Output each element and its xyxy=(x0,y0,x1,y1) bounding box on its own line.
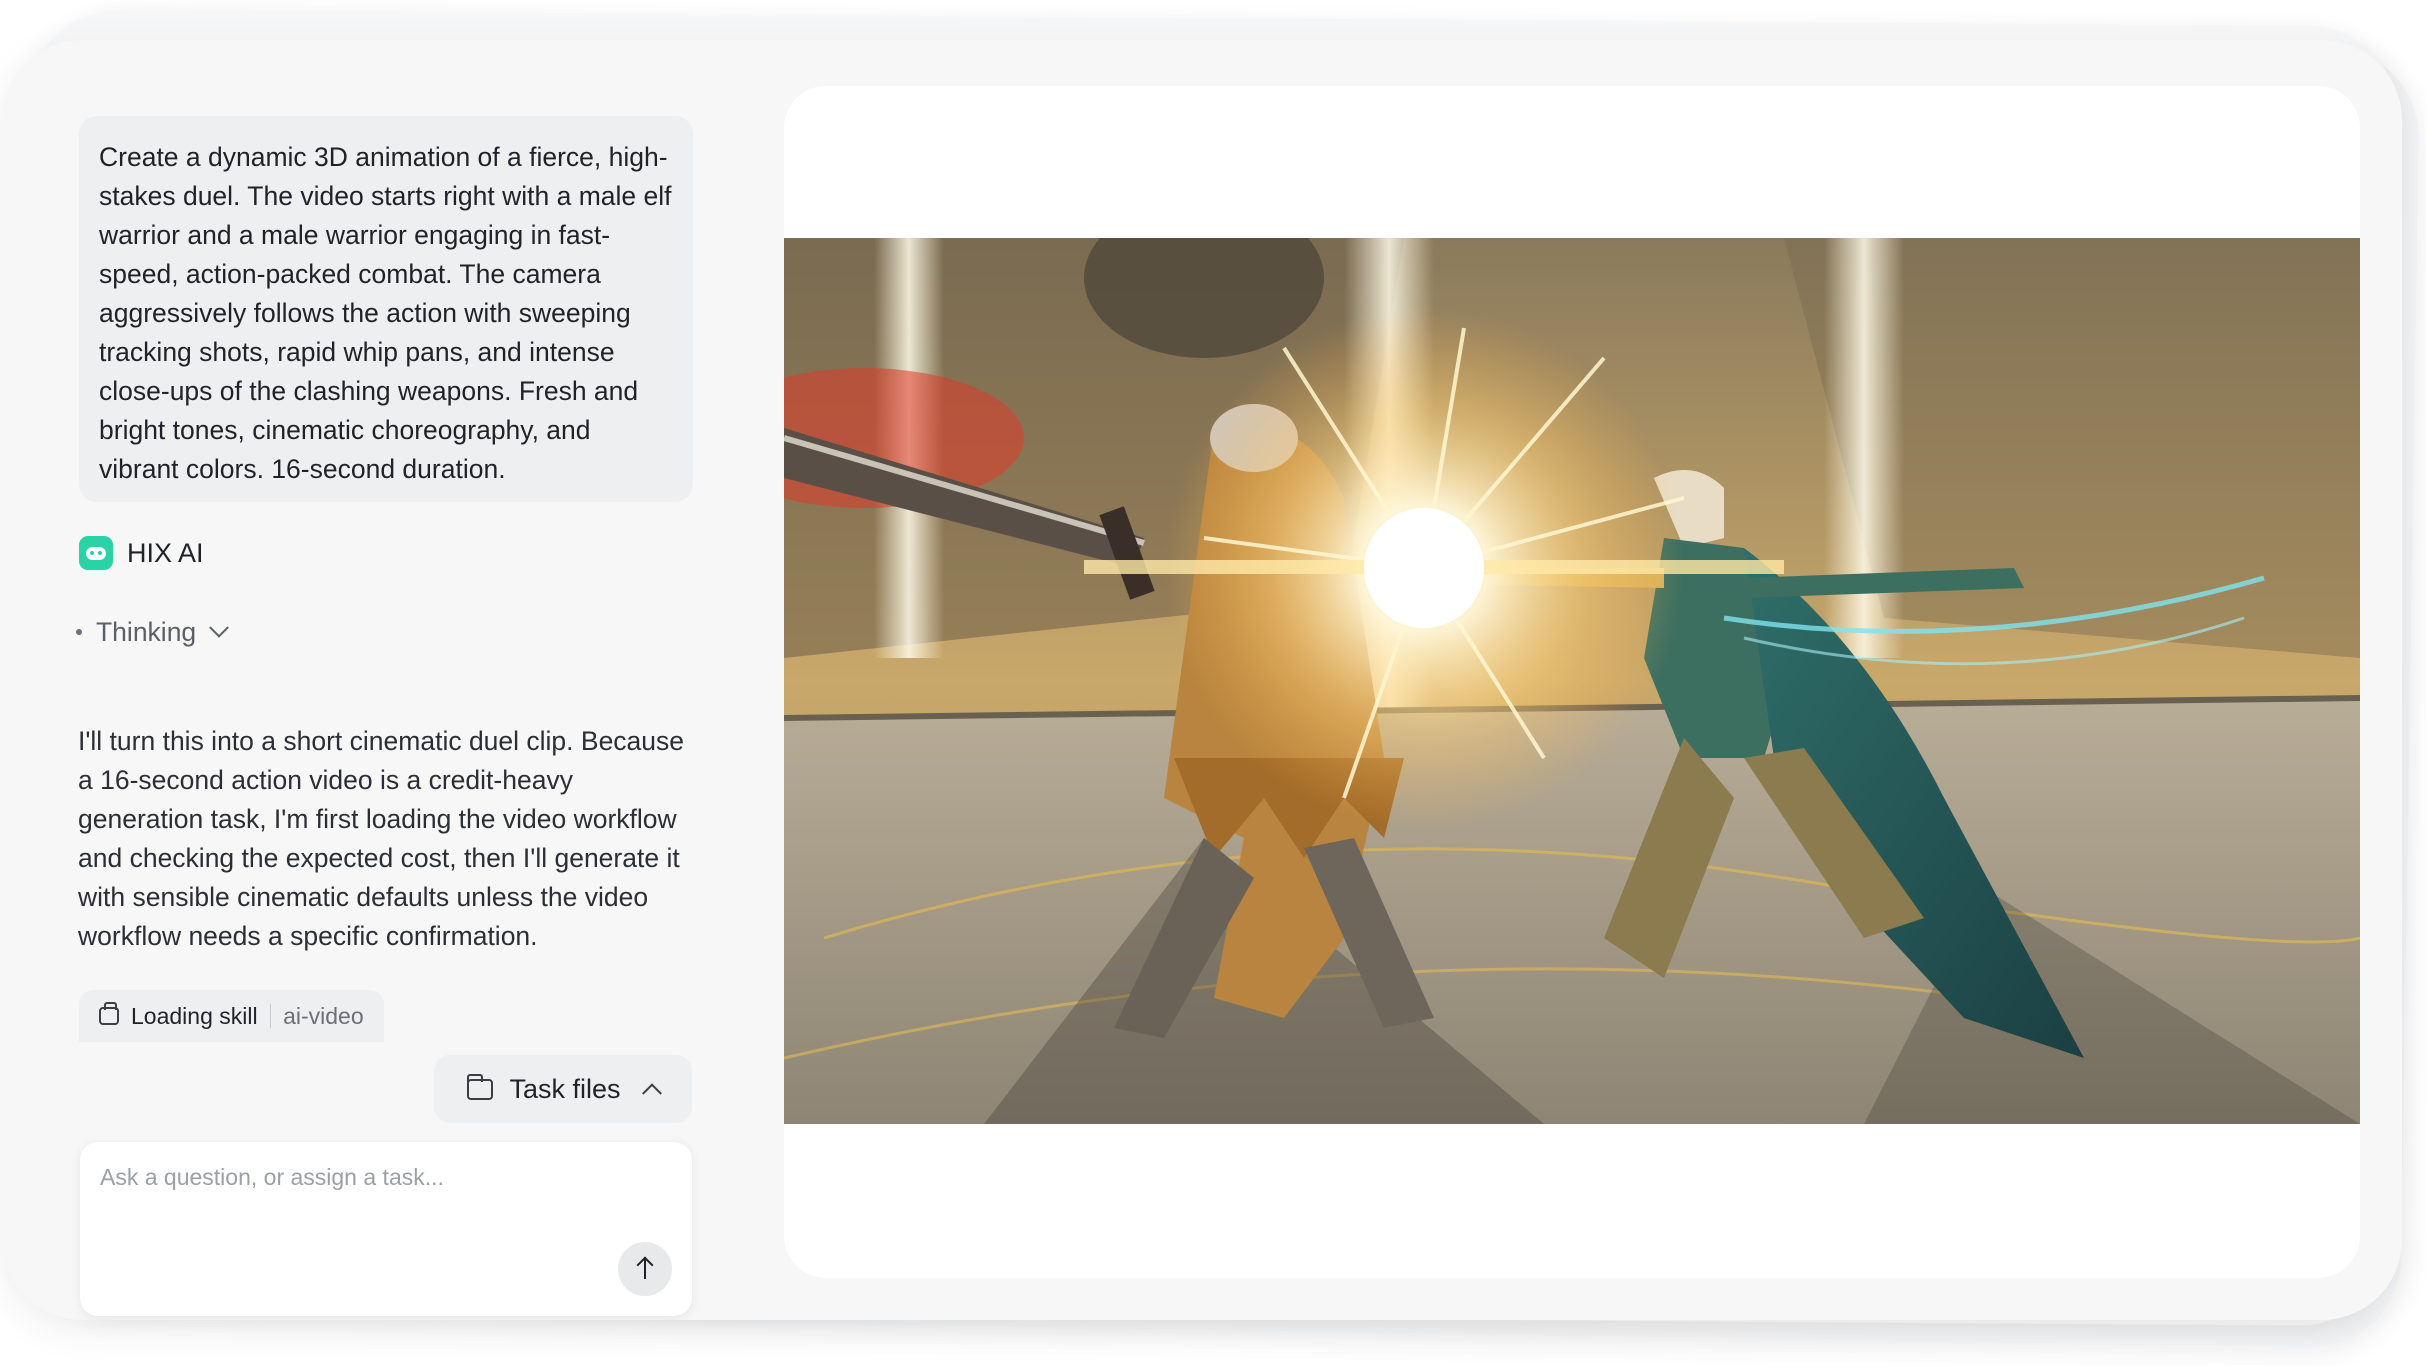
thinking-toggle[interactable]: Thinking xyxy=(76,612,230,652)
app-window: Create a dynamic 3D animation of a fierc… xyxy=(2,40,2402,1320)
box-icon xyxy=(99,1002,119,1025)
skill-status-chip: Loading skill ai-video xyxy=(79,990,384,1042)
agent-name: HIX AI xyxy=(127,537,204,568)
video-player[interactable] xyxy=(784,238,2360,1124)
chat-panel: Create a dynamic 3D animation of a fierc… xyxy=(76,116,696,1316)
folder-icon xyxy=(466,1073,494,1100)
task-files-label: Task files xyxy=(509,1073,621,1104)
send-button[interactable] xyxy=(618,1242,672,1296)
skill-name: ai-video xyxy=(283,1002,364,1029)
bullet-icon xyxy=(76,629,82,635)
task-files-button[interactable]: Task files xyxy=(434,1055,692,1123)
skill-status: Loading skill xyxy=(131,1002,258,1029)
message-input[interactable] xyxy=(98,1162,662,1256)
robot-icon xyxy=(79,536,113,570)
chevron-up-icon xyxy=(641,1083,662,1104)
video-frame xyxy=(784,238,2360,1124)
agent-header: HIX AI xyxy=(79,533,204,573)
stage: Create a dynamic 3D animation of a fierc… xyxy=(0,0,2426,1366)
user-message: Create a dynamic 3D animation of a fierc… xyxy=(79,116,693,502)
divider xyxy=(269,1004,272,1028)
agent-response: I'll turn this into a short cinematic du… xyxy=(78,726,685,951)
thinking-label: Thinking xyxy=(96,616,197,647)
chevron-down-icon xyxy=(209,617,230,638)
composer xyxy=(80,1142,692,1316)
preview-panel xyxy=(784,86,2360,1278)
arrow-up-icon xyxy=(643,1259,647,1279)
